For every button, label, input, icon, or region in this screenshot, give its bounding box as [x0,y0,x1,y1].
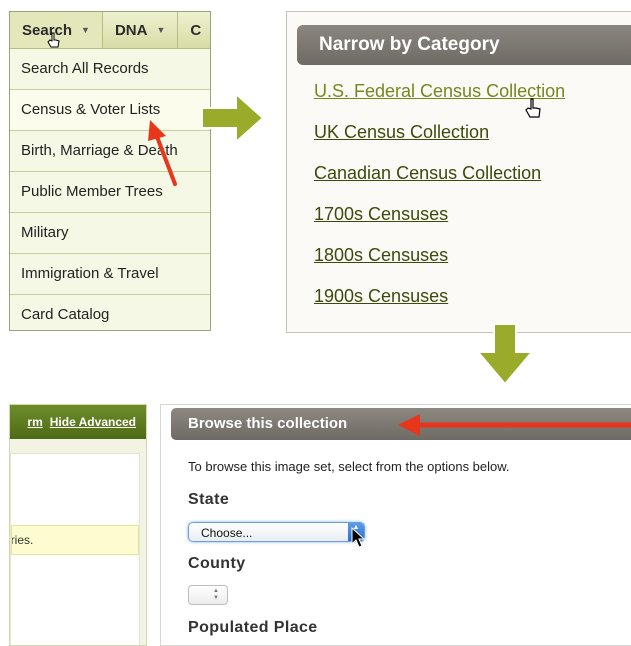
green-arrow-right-icon [201,91,265,145]
hand-cursor-icon [525,98,541,118]
red-arrow-icon [398,414,631,436]
hand-cursor-icon [47,32,60,48]
green-arrow-down-icon [475,323,535,386]
annotation-overlay [47,32,631,548]
arrow-cursor-icon [351,526,366,548]
red-arrow-icon [148,120,177,186]
